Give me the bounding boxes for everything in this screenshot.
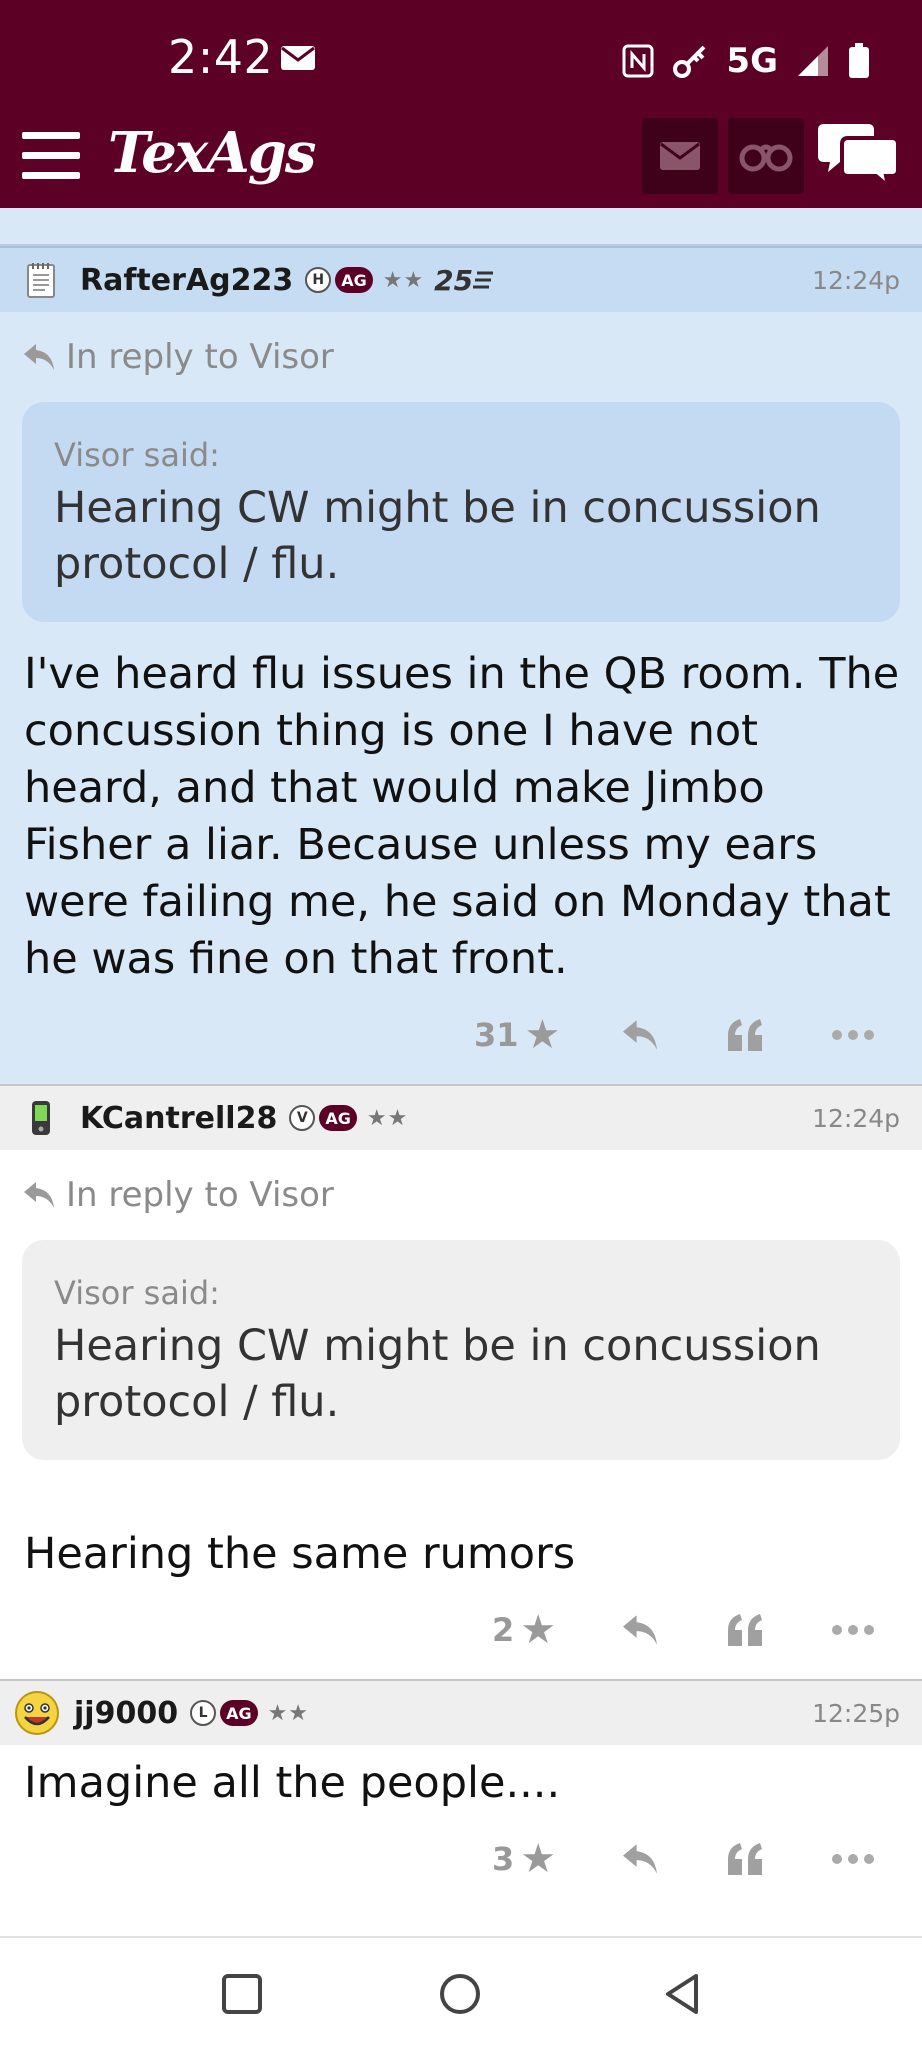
- post: KCantrell28 V AG ★★ 12:24p In reply to V…: [0, 1084, 922, 1679]
- recent-apps-button[interactable]: [212, 1964, 272, 2024]
- username[interactable]: jj9000: [74, 1696, 178, 1731]
- post-body: Hearing the same rumors: [24, 1529, 576, 1579]
- home-button[interactable]: [430, 1964, 490, 2024]
- status-bar: 2:42 5G: [0, 0, 922, 118]
- more-options-button[interactable]: [832, 1010, 874, 1060]
- reply-button[interactable]: [620, 1834, 660, 1884]
- user-badge: L: [190, 1700, 217, 1726]
- quote-button[interactable]: [726, 1834, 766, 1884]
- post-body: I've heard flu issues in the QB room. Th…: [24, 649, 900, 984]
- quote-icon: [728, 1019, 762, 1051]
- post: jj9000 L AG ★★ 12:25p Imagine all the pe…: [0, 1679, 922, 1908]
- reply-icon: [623, 1615, 657, 1645]
- post-actions: 31 ★: [0, 988, 922, 1084]
- signal-icon: [798, 46, 828, 76]
- quote-author: Visor said:: [54, 436, 220, 474]
- watchlist-button[interactable]: [728, 118, 804, 194]
- user-badge: V: [289, 1105, 316, 1131]
- star-button[interactable]: 31 ★: [474, 1010, 560, 1060]
- quote-box: Visor said: Hearing CW might be in concu…: [22, 402, 900, 622]
- reply-to-text: In reply to Visor: [66, 337, 334, 377]
- nfc-icon: [622, 44, 654, 78]
- post-actions: 2 ★: [0, 1583, 922, 1679]
- user-stars: ★★: [267, 1700, 310, 1726]
- app-header: TexAgs: [0, 118, 922, 208]
- more-options-button[interactable]: [832, 1605, 874, 1655]
- star-button[interactable]: 2 ★: [492, 1605, 556, 1655]
- smiley-icon: [12, 1688, 62, 1738]
- user-stars: ★★: [366, 1105, 409, 1131]
- post-body: Imagine all the people....: [24, 1758, 561, 1808]
- envelope-icon: [660, 142, 700, 170]
- reply-button[interactable]: [620, 1605, 660, 1655]
- phone-icon: [20, 1097, 62, 1139]
- in-reply-to-link[interactable]: In reply to Visor: [0, 1150, 922, 1240]
- brand-logo[interactable]: TexAgs: [108, 120, 316, 186]
- post-actions: 3 ★: [0, 1812, 922, 1908]
- post-time: 12:25p: [812, 1699, 900, 1728]
- app-screen: 2:42 5G TexAgs RafterAg223 H AG ★★ 25 12…: [0, 0, 922, 2048]
- previous-post-edge: [0, 208, 922, 246]
- thread-feed[interactable]: RafterAg223 H AG ★★ 25 12:24p In reply t…: [0, 208, 922, 1908]
- quote-text: Hearing CW might be in concussion protoc…: [54, 483, 821, 589]
- ag-badge: AG: [220, 1700, 258, 1726]
- mail-notification-icon: [281, 46, 315, 70]
- star-icon: ★: [520, 1607, 557, 1653]
- menu-icon[interactable]: [22, 132, 80, 180]
- post-time: 12:24p: [812, 266, 900, 295]
- reply-button[interactable]: [620, 1010, 660, 1060]
- square-icon: [222, 1974, 262, 2014]
- in-reply-to-link[interactable]: In reply to Visor: [0, 312, 922, 402]
- back-triangle-icon: [666, 1974, 698, 2014]
- star-icon: ★: [520, 1836, 557, 1882]
- quote-icon: [728, 1843, 762, 1875]
- top-bar: 2:42 5G TexAgs: [0, 0, 922, 208]
- quote-button[interactable]: [726, 1605, 766, 1655]
- more-icon: [832, 1854, 874, 1864]
- more-options-button[interactable]: [832, 1834, 874, 1884]
- more-icon: [832, 1625, 874, 1635]
- username[interactable]: KCantrell28: [80, 1101, 277, 1136]
- user-badge: H: [305, 267, 332, 293]
- post: RafterAg223 H AG ★★ 25 12:24p In reply t…: [0, 246, 922, 1084]
- star-count: 3: [492, 1840, 515, 1878]
- star-button[interactable]: 3 ★: [492, 1834, 556, 1884]
- post-time: 12:24p: [812, 1104, 900, 1133]
- system-nav-bar: [0, 1936, 922, 2048]
- more-icon: [832, 1030, 874, 1040]
- star-icon: ★: [524, 1012, 561, 1058]
- quote-author: Visor said:: [54, 1274, 220, 1312]
- star-count: 2: [492, 1611, 515, 1649]
- quote-icon: [728, 1614, 762, 1646]
- back-button[interactable]: [652, 1964, 712, 2024]
- messages-button[interactable]: [642, 118, 718, 194]
- battery-icon: [849, 43, 869, 78]
- username[interactable]: RafterAg223: [80, 263, 293, 298]
- key-icon: [673, 45, 706, 78]
- status-time: 2:42: [168, 30, 274, 84]
- status-icons: 5G: [622, 38, 870, 84]
- network-type: 5G: [726, 41, 778, 81]
- rank-bars-icon: [473, 271, 494, 289]
- post-header: RafterAg223 H AG ★★ 25 12:24p: [0, 246, 922, 312]
- reply-icon: [623, 1844, 657, 1874]
- post-header: KCantrell28 V AG ★★ 12:24p: [0, 1084, 922, 1150]
- star-count: 31: [474, 1016, 519, 1054]
- reply-arrow-icon: [24, 344, 54, 370]
- post-header: jj9000 L AG ★★ 12:25p: [0, 1679, 922, 1745]
- chat-icon[interactable]: [818, 118, 898, 194]
- user-stars: ★★: [382, 267, 425, 293]
- notepad-icon: [20, 259, 62, 301]
- reply-arrow-icon: [24, 1182, 54, 1208]
- reply-icon: [623, 1020, 657, 1050]
- ag-badge: AG: [335, 267, 373, 293]
- quote-button[interactable]: [726, 1010, 766, 1060]
- reply-to-text: In reply to Visor: [66, 1175, 334, 1215]
- quote-text: Hearing CW might be in concussion protoc…: [54, 1321, 821, 1427]
- circle-icon: [440, 1974, 480, 2014]
- binoculars-icon: [739, 144, 793, 172]
- user-rank: 25: [434, 263, 474, 297]
- ag-badge: AG: [319, 1105, 357, 1131]
- quote-box: Visor said: Hearing CW might be in concu…: [22, 1240, 900, 1460]
